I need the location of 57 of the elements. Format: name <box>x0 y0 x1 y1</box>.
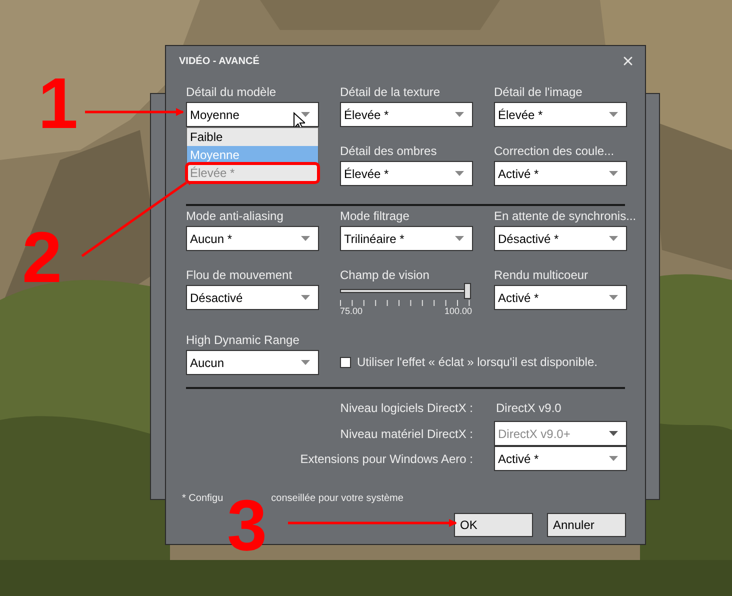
step-number: 1 <box>38 68 78 140</box>
dialog-button[interactable]: Annuler <box>547 513 626 537</box>
window-title: VIDÉO - AVANCÉ <box>179 54 260 68</box>
slider-track[interactable] <box>340 283 471 299</box>
footnote-text: conseillée pour votre système <box>271 492 404 506</box>
dropdown[interactable]: Aucun <box>186 350 319 375</box>
step-number: 3 <box>227 490 268 562</box>
checkbox[interactable] <box>340 356 351 368</box>
close-icon[interactable] <box>621 54 635 68</box>
dialog-button[interactable]: OK <box>454 513 533 537</box>
setting-label: Détail des ombres <box>340 143 437 160</box>
dropdown[interactable]: Désactivé * <box>494 226 627 251</box>
caret-icon <box>455 171 464 176</box>
slider-thumb[interactable] <box>464 283 471 299</box>
info-label: Niveau logiciels DirectX : <box>339 400 473 417</box>
dropdown[interactable]: Aucun * <box>186 226 319 251</box>
info-value: DirectX v9.0 <box>495 400 562 417</box>
setting-label: Flou de mouvement <box>186 267 292 284</box>
caret-icon <box>609 171 618 176</box>
caret-icon <box>609 295 618 300</box>
dropdown[interactable]: Élevée * <box>340 161 473 186</box>
dropdown[interactable]: Activé * <box>494 285 627 310</box>
setting-label: High Dynamic Range <box>186 332 300 349</box>
caret-icon <box>609 112 618 117</box>
setting-label: Détail de l'image <box>494 84 582 101</box>
step-number: 2 <box>22 222 62 294</box>
dropdown[interactable]: Élevée * <box>494 102 627 127</box>
info-label: Extensions pour Windows Aero : <box>299 450 473 468</box>
info-label: Niveau matériel DirectX : <box>339 426 473 442</box>
caret-icon <box>455 112 464 117</box>
dropdown[interactable]: Trilinéaire * <box>340 226 473 251</box>
dropdown[interactable]: Moyenne <box>186 102 319 127</box>
setting-label: Rendu multicoeur <box>494 267 588 284</box>
setting-label: Mode anti-aliasing <box>186 208 284 225</box>
dropdown[interactable]: Élevée * <box>340 102 473 127</box>
dropdown[interactable]: Activé * <box>494 161 627 186</box>
dropdown[interactable]: Désactivé <box>186 285 319 310</box>
caret-icon <box>301 236 310 241</box>
dropdown[interactable]: Activé * <box>494 446 627 471</box>
caret-icon <box>301 295 310 300</box>
slider-max-label: 100.00 <box>444 307 472 316</box>
caret-icon <box>609 456 618 461</box>
setting-label: Détail du modèle <box>186 84 276 101</box>
caret-icon <box>301 360 310 365</box>
setting-label: Correction des coule... <box>494 143 614 160</box>
caret-icon <box>609 431 618 436</box>
caret-icon <box>609 236 618 241</box>
setting-label: En attente de synchronis... <box>494 208 636 225</box>
slider-min-label: 75.00 <box>340 307 363 316</box>
dropdown-option[interactable]: Faible <box>187 128 318 146</box>
setting-label: Mode filtrage <box>340 208 410 225</box>
caret-icon <box>455 236 464 241</box>
setting-label: Champ de vision <box>340 267 430 284</box>
caret-icon <box>301 112 310 117</box>
footnote-text: * Configu <box>182 492 224 506</box>
checkbox-label: Utiliser l'effet « éclat » lorsqu'il est disponible. <box>357 354 598 371</box>
setting-label: Détail de la texture <box>340 84 440 101</box>
